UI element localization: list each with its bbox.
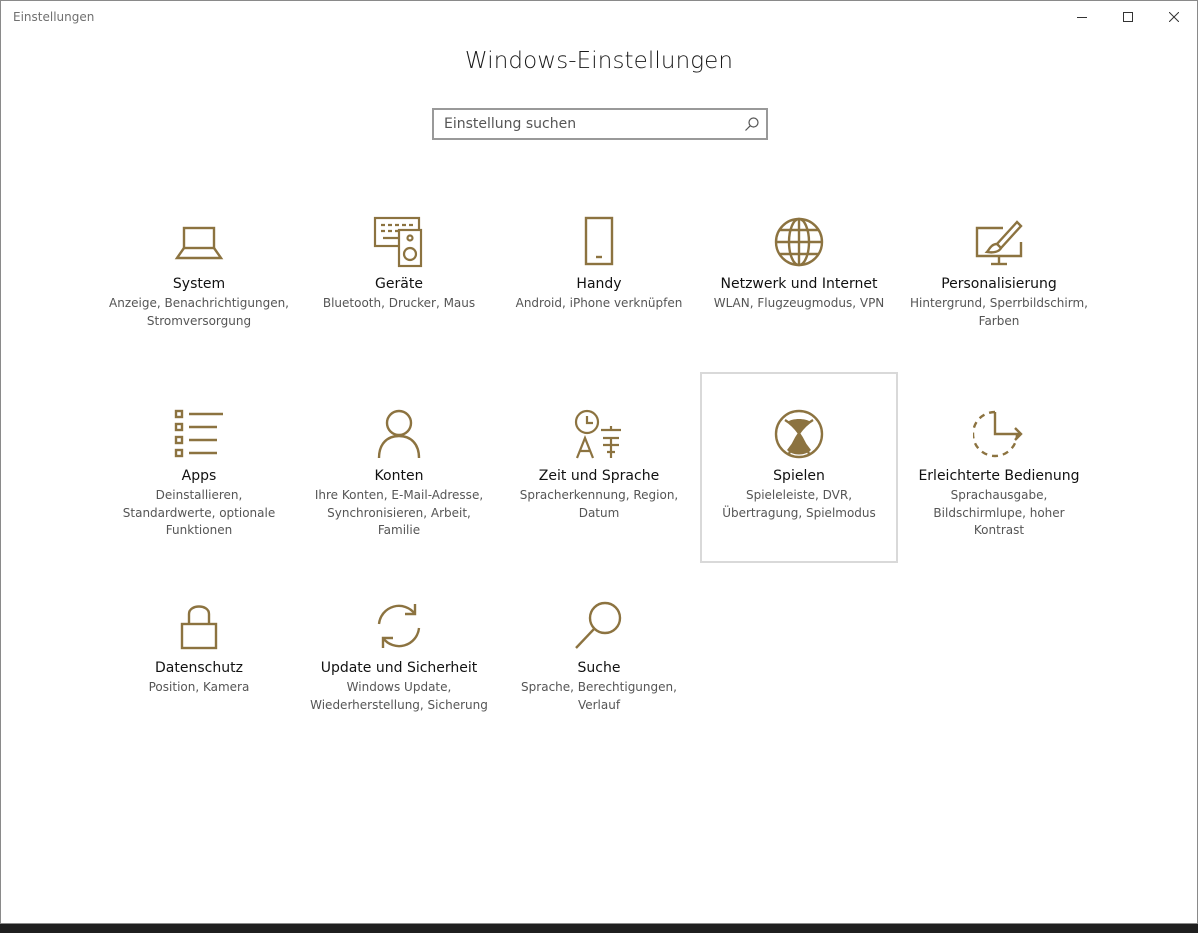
paint-icon	[973, 216, 1025, 268]
page-title: Windows-Einstellungen	[464, 48, 734, 74]
tile-search[interactable]: Suche Sprache, Berechtigungen, Verlauf	[500, 587, 698, 777]
time-language-icon	[573, 408, 625, 460]
apps-list-icon	[173, 408, 225, 460]
minimize-icon	[1077, 17, 1087, 18]
person-icon	[373, 408, 425, 460]
tile-accounts[interactable]: Konten Ihre Konten, E-Mail-Adresse, Sync…	[300, 395, 498, 585]
maximize-button[interactable]	[1105, 1, 1151, 33]
tile-label: Apps	[181, 468, 217, 484]
globe-icon	[773, 216, 825, 268]
tile-description: WLAN, Flugzeugmodus, VPN	[713, 296, 885, 310]
tile-description: Windows Update, Wiederherstellung, Siche…	[310, 680, 488, 712]
tile-description: Sprache, Berechtigungen, Verlauf	[521, 680, 677, 712]
search-box[interactable]	[432, 108, 768, 140]
tile-time-language[interactable]: Zeit und Sprache Spracherkennung, Region…	[500, 395, 698, 585]
title-bar[interactable]: Einstellungen	[1, 1, 1197, 33]
tile-description: Sprachausgabe, Bildschirmlupe, hoher Kon…	[933, 488, 1065, 537]
tile-label: Erleichterte Bedienung	[918, 468, 1080, 484]
phone-icon	[573, 216, 625, 268]
close-icon	[1169, 12, 1179, 22]
tile-gaming[interactable]: Spielen Spieleleiste, DVR, Übertragung, …	[700, 372, 898, 563]
tile-personalization[interactable]: Personalisierung Hintergrund, Sperrbilds…	[900, 203, 1098, 393]
tile-description: Ihre Konten, E-Mail-Adresse, Synchronisi…	[314, 488, 484, 537]
tile-description: Hintergrund, Sperrbildschirm, Farben	[910, 296, 1088, 328]
tile-update-security[interactable]: Update und Sicherheit Windows Update, Wi…	[300, 587, 498, 777]
maximize-icon	[1123, 12, 1133, 22]
tile-description: Android, iPhone verknüpfen	[515, 296, 683, 310]
tile-label: Zeit und Sprache	[538, 468, 660, 484]
tile-devices[interactable]: Geräte Bluetooth, Drucker, Maus	[300, 203, 498, 393]
devices-icon	[373, 216, 425, 268]
settings-window: Einstellungen Windows-Einstellungen Syst…	[0, 0, 1198, 924]
tile-ease-of-access[interactable]: Erleichterte Bedienung Sprachausgabe, Bi…	[900, 395, 1098, 585]
tile-label: Personalisierung	[941, 276, 1057, 292]
tile-privacy[interactable]: Datenschutz Position, Kamera	[100, 587, 298, 777]
tile-description: Anzeige, Benachrichtigungen, Stromversor…	[109, 296, 289, 328]
sync-icon	[373, 600, 425, 652]
minimize-button[interactable]	[1059, 1, 1105, 33]
tile-label: Geräte	[375, 276, 423, 292]
tile-label: Suche	[577, 660, 621, 676]
tile-phone[interactable]: Handy Android, iPhone verknüpfen	[500, 203, 698, 393]
tile-label: Spielen	[773, 468, 825, 484]
tile-description: Position, Kamera	[148, 680, 250, 694]
tile-description: Spracherkennung, Region, Datum	[519, 488, 679, 520]
taskbar[interactable]	[0, 924, 1198, 933]
tile-label: Netzwerk und Internet	[720, 276, 878, 292]
tile-description: Deinstallieren, Standardwerte, optionale…	[122, 488, 276, 537]
tile-description: Spieleleiste, DVR, Übertragung, Spielmod…	[722, 488, 876, 520]
tile-apps[interactable]: Apps Deinstallieren, Standardwerte, opti…	[100, 395, 298, 585]
tile-description: Bluetooth, Drucker, Maus	[322, 296, 476, 310]
close-button[interactable]	[1151, 1, 1197, 33]
magnifier-icon	[573, 600, 625, 652]
search-input[interactable]	[434, 110, 734, 138]
tile-network[interactable]: Netzwerk und Internet WLAN, Flugzeugmodu…	[700, 203, 898, 393]
xbox-icon	[773, 408, 825, 460]
tile-system[interactable]: System Anzeige, Benachrichtigungen, Stro…	[100, 203, 298, 393]
tile-label: Update und Sicherheit	[320, 660, 478, 676]
ease-of-access-icon	[973, 408, 1025, 460]
tile-label: System	[172, 276, 226, 292]
lock-icon	[173, 600, 225, 652]
search-icon[interactable]	[744, 116, 760, 132]
tile-label: Handy	[576, 276, 622, 292]
laptop-icon	[173, 216, 225, 268]
window-title: Einstellungen	[13, 10, 95, 24]
tile-label: Konten	[374, 468, 424, 484]
tile-label: Datenschutz	[155, 660, 243, 676]
